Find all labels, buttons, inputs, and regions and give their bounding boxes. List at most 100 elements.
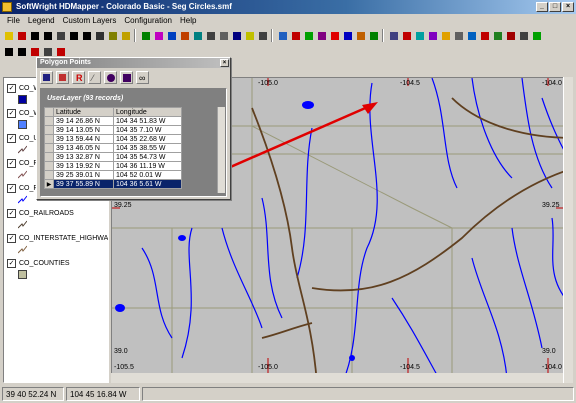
map-horizontal-scrollbar[interactable] xyxy=(111,373,563,383)
toolbar-tool-icon[interactable] xyxy=(204,29,216,41)
table-cell[interactable]: 39 25 39.01 N xyxy=(53,170,114,180)
minimize-button[interactable]: _ xyxy=(536,2,548,12)
table-row[interactable]: 39 13 32.87 N 104 35 54.73 W xyxy=(44,152,182,162)
table-cell[interactable]: 104 35 7.10 W xyxy=(113,125,182,135)
table-cell[interactable]: 39 14 13.05 N xyxy=(53,125,114,135)
toolbar-tool-icon[interactable] xyxy=(354,29,366,41)
table-row[interactable]: 39 14 13.05 N 104 35 7.10 W xyxy=(44,125,182,135)
table-row[interactable]: 39 13 46.05 N 104 35 38.55 W xyxy=(44,143,182,153)
toolbar-tool-icon[interactable] xyxy=(67,29,79,41)
binoculars-icon[interactable]: ∞ xyxy=(136,70,149,84)
toolbar-tool-icon[interactable] xyxy=(139,29,151,41)
save-icon[interactable] xyxy=(40,70,53,84)
export-icon[interactable] xyxy=(56,70,69,84)
toolbar-tool-icon[interactable] xyxy=(54,45,66,57)
legend-item[interactable]: ✓ CO_COUNTIES xyxy=(7,257,70,269)
legend-item[interactable]: ✓ CO_RAILROADS xyxy=(7,207,74,219)
menu-legend[interactable]: Legend xyxy=(24,14,59,27)
legend-checkbox[interactable]: ✓ xyxy=(7,233,16,243)
table-cell[interactable]: 39 13 59.44 N xyxy=(53,134,114,144)
legend-checkbox[interactable]: ✓ xyxy=(7,183,16,193)
toolbar-tool-icon[interactable] xyxy=(28,45,40,57)
maximize-button[interactable]: □ xyxy=(549,2,561,12)
table-cell[interactable]: 39 14 26.86 N xyxy=(53,116,114,126)
legend-checkbox[interactable]: ✓ xyxy=(7,208,16,218)
toolbar-tool-icon[interactable] xyxy=(15,29,27,41)
toolbar-tool-icon[interactable] xyxy=(517,29,529,41)
toolbar-tool-icon[interactable] xyxy=(289,29,301,41)
toolbar-tool-icon[interactable] xyxy=(41,29,53,41)
legend-item[interactable]: ✓ CO_INTERSTATE_HIGHWAY xyxy=(7,232,108,244)
toolbar-tool-icon[interactable] xyxy=(276,29,288,41)
toolbar-tool-icon[interactable] xyxy=(256,29,268,41)
toolbar-tool-icon[interactable] xyxy=(413,29,425,41)
table-cell[interactable]: 39 13 46.05 N xyxy=(53,143,114,153)
toolbar-tool-icon[interactable] xyxy=(54,29,66,41)
map-vertical-scrollbar[interactable] xyxy=(563,77,573,383)
toolbar-tool-icon[interactable] xyxy=(119,29,131,41)
toolbar-tool-icon[interactable] xyxy=(191,29,203,41)
dialog-close-button[interactable]: × xyxy=(220,59,229,67)
toolbar-tool-icon[interactable] xyxy=(452,29,464,41)
legend-checkbox[interactable]: ✓ xyxy=(7,133,16,143)
table-cell[interactable]: 104 34 51.83 W xyxy=(113,116,182,126)
toolbar-tool-icon[interactable] xyxy=(41,45,53,57)
toolbar-tool-icon[interactable] xyxy=(341,29,353,41)
table-scrollbar[interactable] xyxy=(217,107,225,193)
menu-help[interactable]: Help xyxy=(176,14,200,27)
toolbar-tool-icon[interactable] xyxy=(328,29,340,41)
toolbar-tool-icon[interactable] xyxy=(315,29,327,41)
table-cell[interactable]: 39 13 32.87 N xyxy=(53,152,114,162)
toolbar-tool-icon[interactable] xyxy=(426,29,438,41)
toolbar-tool-icon[interactable] xyxy=(478,29,490,41)
toolbar-tool-icon[interactable] xyxy=(2,45,14,57)
circle-icon[interactable] xyxy=(104,70,117,84)
toolbar-tool-icon[interactable] xyxy=(152,29,164,41)
toolbar-tool-icon[interactable] xyxy=(93,29,105,41)
column-header[interactable]: Longitude xyxy=(113,107,182,117)
column-header[interactable]: Latitude xyxy=(53,107,114,117)
toolbar-tool-icon[interactable] xyxy=(302,29,314,41)
menu-configuration[interactable]: Configuration xyxy=(120,14,176,27)
toolbar-tool-icon[interactable] xyxy=(530,29,542,41)
table-cell[interactable]: 104 36 5.61 W xyxy=(113,179,182,189)
table-cell[interactable]: 104 35 54.73 W xyxy=(113,152,182,162)
legend-checkbox[interactable]: ✓ xyxy=(7,83,16,93)
table-cell[interactable]: 104 36 11.19 W xyxy=(113,161,182,171)
table-cell[interactable]: 104 35 22.68 W xyxy=(113,134,182,144)
toolbar-tool-icon[interactable] xyxy=(165,29,177,41)
table-cell[interactable]: 104 35 38.55 W xyxy=(113,143,182,153)
toolbar-tool-icon[interactable] xyxy=(387,29,399,41)
square-icon[interactable] xyxy=(120,70,133,84)
toolbar-tool-icon[interactable] xyxy=(243,29,255,41)
legend-item[interactable]: ✓ CO_R xyxy=(7,157,38,169)
toolbar-tool-icon[interactable] xyxy=(28,29,40,41)
table-row[interactable]: 39 13 59.44 N 104 35 22.68 W xyxy=(44,134,182,144)
polygon-points-dialog[interactable]: Polygon Points × R ⁄ ∞ UserLayer (93 rec… xyxy=(36,57,231,200)
table-cell[interactable]: 39 37 55.89 N xyxy=(53,179,114,189)
close-button[interactable]: × xyxy=(562,2,574,12)
toolbar-tool-icon[interactable] xyxy=(15,45,27,57)
toolbar-tool-icon[interactable] xyxy=(504,29,516,41)
toolbar-tool-icon[interactable] xyxy=(178,29,190,41)
menu-custom-layers[interactable]: Custom Layers xyxy=(59,14,121,27)
legend-checkbox[interactable]: ✓ xyxy=(7,158,16,168)
legend-checkbox[interactable]: ✓ xyxy=(7,258,16,268)
table-cell[interactable]: 39 13 19.92 N xyxy=(53,161,114,171)
legend-item[interactable]: ✓ CO_R xyxy=(7,182,38,194)
toolbar-tool-icon[interactable] xyxy=(106,29,118,41)
reset-icon[interactable]: R xyxy=(72,70,85,84)
table-row[interactable]: ▶ 39 37 55.89 N 104 36 5.61 W xyxy=(44,179,182,189)
toolbar-tool-icon[interactable] xyxy=(230,29,242,41)
toolbar-tool-icon[interactable] xyxy=(439,29,451,41)
legend-item[interactable]: ✓ CO_U xyxy=(7,132,38,144)
toolbar-tool-icon[interactable] xyxy=(367,29,379,41)
points-table[interactable]: Latitude Longitude 39 14 26.86 N 104 34 51.… xyxy=(44,107,182,189)
toolbar-tool-icon[interactable] xyxy=(400,29,412,41)
toolbar-tool-icon[interactable] xyxy=(80,29,92,41)
toolbar-tool-icon[interactable] xyxy=(465,29,477,41)
table-cell[interactable]: 104 52 0.01 W xyxy=(113,170,182,180)
legend-checkbox[interactable]: ✓ xyxy=(7,108,16,118)
table-row[interactable]: 39 25 39.01 N 104 52 0.01 W xyxy=(44,170,182,180)
table-row[interactable]: 39 13 19.92 N 104 36 11.19 W xyxy=(44,161,182,171)
